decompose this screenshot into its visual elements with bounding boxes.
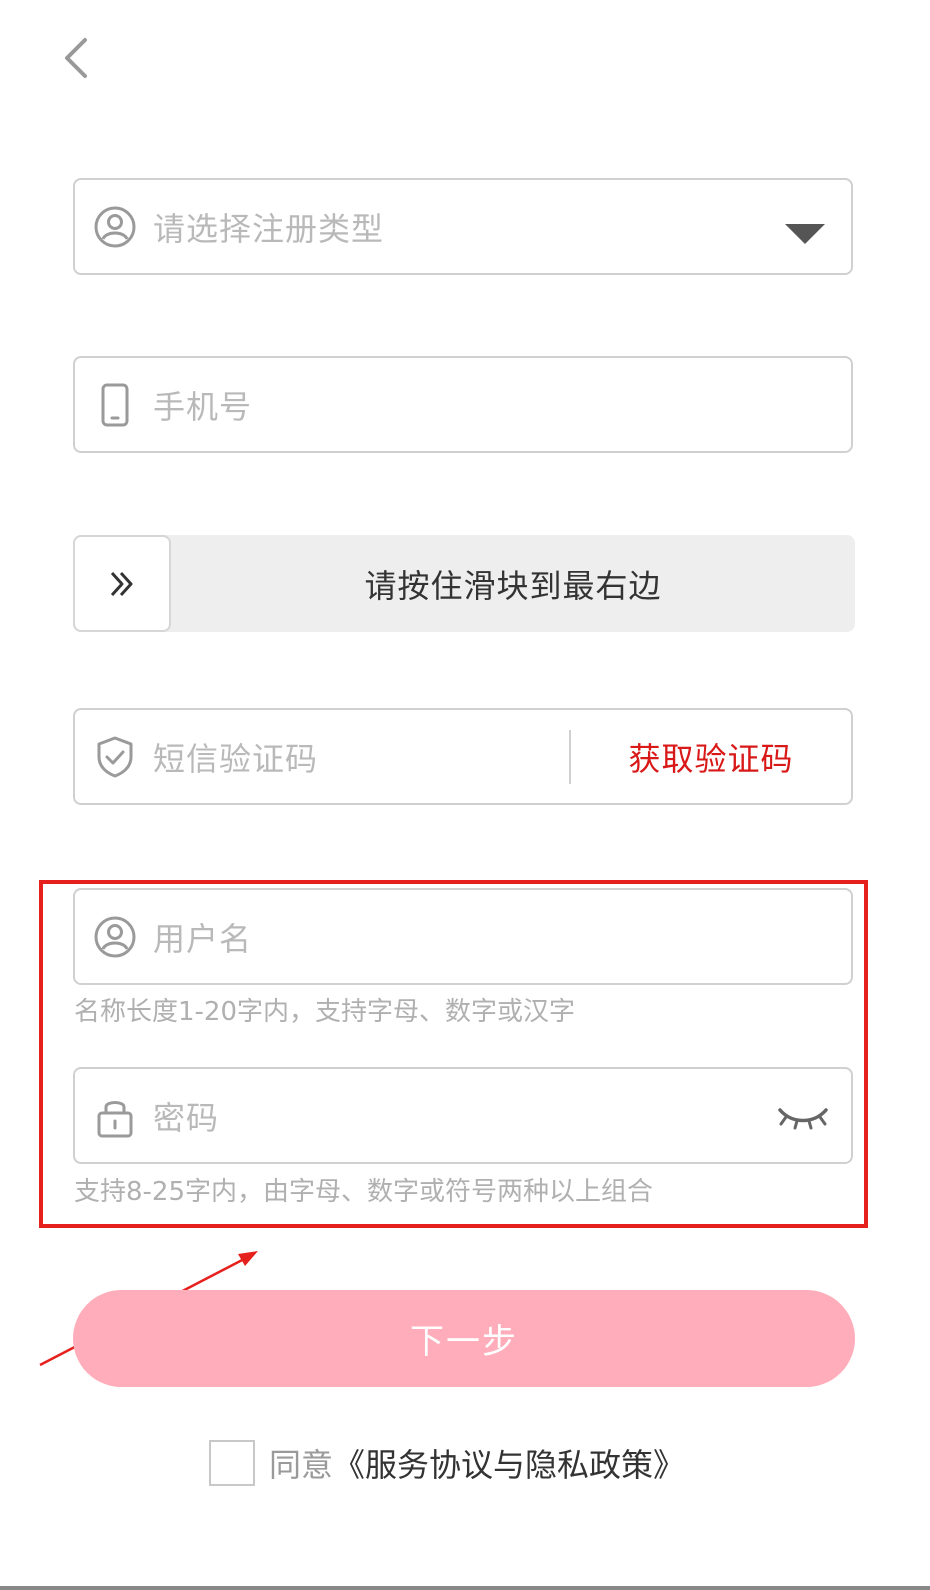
username-placeholder: 用户名 [153, 919, 253, 958]
register-type-select[interactable]: 请选择注册类型 [73, 178, 853, 275]
get-code-button[interactable]: 获取验证码 [571, 734, 851, 780]
user-circle-icon [93, 205, 137, 249]
phone-input[interactable]: 手机号 [73, 356, 853, 453]
username-hint: 名称长度1-20字内，支持字母、数字或汉字 [74, 997, 576, 1027]
slide-verify-label: 请按住滑块到最右边 [364, 566, 662, 605]
username-input[interactable]: 用户名 [73, 888, 853, 985]
password-input[interactable]: 密码 [73, 1067, 853, 1164]
next-step-button[interactable]: 下一步 [73, 1290, 855, 1387]
register-type-placeholder: 请选择注册类型 [153, 209, 385, 248]
shield-check-icon [93, 735, 137, 779]
agreement-link[interactable]: 《服务协议与隐私政策》 [333, 1440, 685, 1486]
chevron-left-icon [65, 38, 87, 78]
chevron-down-icon[interactable] [785, 223, 825, 244]
agreement-row: 同意 《服务协议与隐私政策》 [209, 1438, 685, 1488]
bottom-divider [0, 1586, 930, 1590]
lock-icon [93, 1094, 137, 1138]
agreement-checkbox[interactable] [209, 1440, 255, 1486]
password-hint: 支持8-25字内，由字母、数字或符号两种以上组合 [74, 1177, 654, 1207]
sms-code-input[interactable]: 短信验证码 获取验证码 [73, 708, 853, 805]
phone-placeholder: 手机号 [153, 387, 253, 426]
slide-verify-track[interactable]: 请按住滑块到最右边 [73, 535, 855, 632]
user-circle-icon [93, 915, 137, 959]
eye-closed-icon[interactable] [775, 1096, 831, 1136]
double-chevron-right-icon [110, 571, 133, 596]
password-placeholder: 密码 [153, 1098, 220, 1137]
slide-verify-handle[interactable] [73, 535, 171, 632]
mobile-phone-icon [93, 383, 137, 427]
back-button[interactable] [52, 34, 100, 82]
agreement-prefix: 同意 [269, 1446, 334, 1484]
sms-code-placeholder: 短信验证码 [153, 739, 319, 778]
